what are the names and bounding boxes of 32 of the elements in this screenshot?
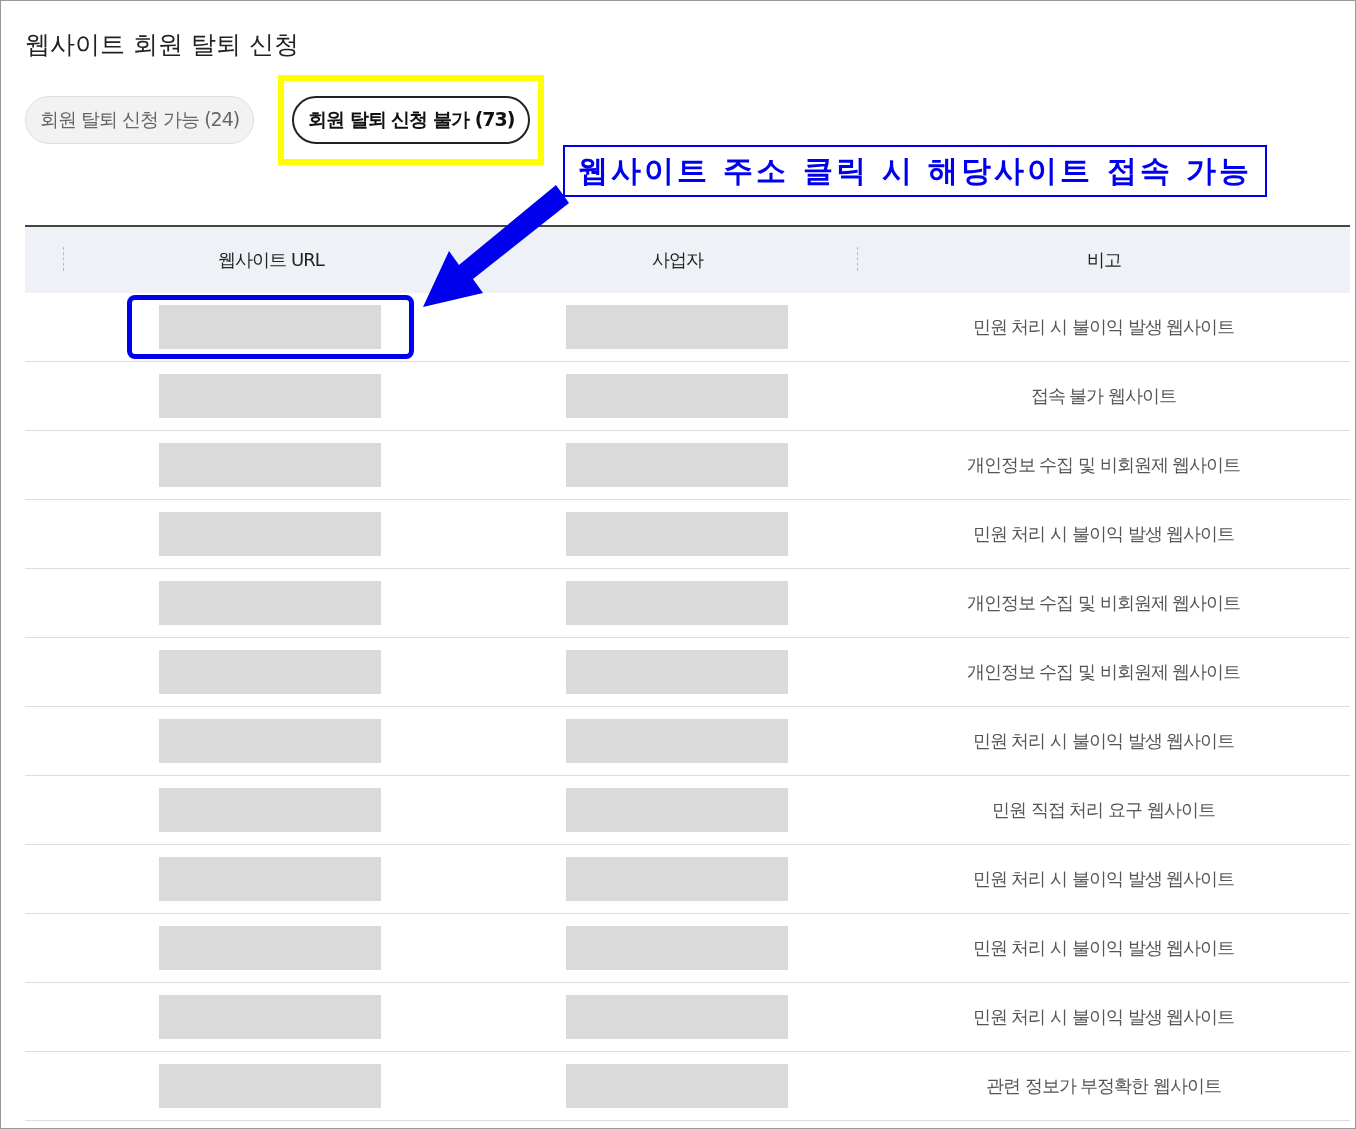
arrow-icon	[423, 185, 569, 307]
redacted-block[interactable]	[159, 374, 381, 418]
column-header: 비고	[1086, 248, 1121, 272]
redacted-block[interactable]	[159, 1064, 381, 1108]
redacted-block[interactable]	[159, 788, 381, 832]
table-cell: 민원 직접 처리 요구 웹사이트	[992, 799, 1215, 820]
table-cell: 민원 처리 시 불이익 발생 웹사이트	[972, 730, 1235, 751]
redacted-block[interactable]	[159, 512, 381, 556]
redacted-block[interactable]	[159, 581, 381, 625]
table-cell: 민원 처리 시 불이익 발생 웹사이트	[972, 868, 1235, 889]
redacted-block[interactable]	[159, 443, 381, 487]
table-cell: 개인정보 수집 및 비회원제 웹사이트	[966, 661, 1241, 682]
table-cell: 접속 불가 웹사이트	[1030, 385, 1177, 406]
redacted-block[interactable]	[159, 926, 381, 970]
redacted-block[interactable]	[159, 305, 381, 349]
table-cell: 개인정보 수집 및 비회원제 웹사이트	[966, 454, 1241, 475]
table-cell: 민원 처리 시 불이익 발생 웹사이트	[972, 937, 1235, 958]
redacted-block[interactable]	[159, 857, 381, 901]
callout-label: 웹사이트 주소 클릭 시 해당사이트 접속 가능	[563, 145, 1267, 197]
page-title: 웹사이트 회원 탈퇴 신청	[25, 29, 300, 61]
redacted-block[interactable]	[159, 650, 381, 694]
table-cell: 개인정보 수집 및 비회원제 웹사이트	[966, 592, 1241, 613]
table-cell: 민원 처리 시 불이익 발생 웹사이트	[972, 523, 1235, 544]
filter-tab[interactable]: 회원 탈퇴 신청 가능 (24)	[25, 96, 255, 144]
redacted-block[interactable]	[159, 719, 381, 763]
filter-tab[interactable]: 회원 탈퇴 신청 불가 (73)	[292, 96, 531, 144]
column-header: 웹사이트 URL	[218, 248, 324, 272]
redacted-block[interactable]	[159, 995, 381, 1039]
table-cell: 민원 처리 시 불이익 발생 웹사이트	[972, 316, 1235, 337]
table-cell: 민원 처리 시 불이익 발생 웹사이트	[972, 1006, 1235, 1027]
table-cell: 관련 정보가 부정확한 웹사이트	[985, 1075, 1222, 1096]
column-header: 사업자	[651, 248, 703, 272]
